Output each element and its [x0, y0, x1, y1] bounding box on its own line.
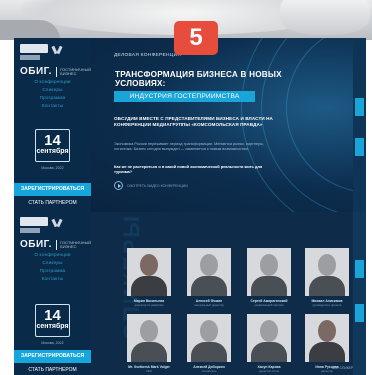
- partner-logos-top: [14, 44, 91, 60]
- play-icon: [114, 181, 123, 190]
- hero-question: Как же не растеряться и в какой новой эк…: [114, 164, 263, 174]
- speaker-photo: [247, 248, 291, 296]
- speaker-card[interactable]: Инна Руссова директор: [305, 314, 349, 373]
- speaker-role: основатель: [201, 369, 217, 373]
- speaker-photo: [187, 314, 231, 362]
- speaker-photo: [305, 314, 349, 362]
- speakers-section: СПИКЕРЫ Мария Васильева директор по разв…: [91, 212, 366, 375]
- date-month: сентября: [36, 148, 69, 155]
- hero-paragraph: Экономика России переживает период транс…: [114, 142, 264, 151]
- step-badge: 5: [174, 21, 218, 55]
- sidebar-block-2: ОБИГ. ГОСТИНИЧНЫЙ БИЗНЕС: [14, 217, 91, 250]
- sidebar: ОБИГ. ГОСТИНИЧНЫЙ БИЗНЕС О конференции С…: [14, 38, 91, 375]
- speaker-role: руководитель проекта: [312, 303, 342, 307]
- menu-item-speakers[interactable]: Спикеры: [14, 86, 91, 94]
- speaker-role: директор: [321, 369, 333, 373]
- partner-logos-bottom: ОБИГ. ГОСТИНИЧНЫЙ БИЗНЕС: [14, 66, 91, 77]
- speaker-card[interactable]: Мария Васильева директор по развитию: [127, 248, 171, 307]
- speaker-photo: [247, 314, 291, 362]
- partner-logos-top: [14, 217, 91, 233]
- date-note: Москва, 2022: [41, 341, 64, 345]
- speaker-photo: [187, 248, 231, 296]
- speaker-role: CEO: [145, 369, 153, 373]
- menu-item-contacts[interactable]: Контакты: [14, 275, 91, 283]
- speaker-photo: [305, 248, 349, 296]
- menu-item-about[interactable]: О конференции: [14, 78, 91, 86]
- partner-logos-bottom: ОБИГ. ГОСТИНИЧНЫЙ БИЗНЕС: [14, 239, 91, 250]
- sidebar-block-1: ОБИГ. ГОСТИНИЧНЫЙ БИЗНЕС: [14, 44, 91, 77]
- speaker-card[interactable]: Сергей Амирагянский управляющий партнер: [247, 248, 291, 307]
- date-note: Москва, 2022: [41, 166, 64, 170]
- speaker-card[interactable]: Алексей Фомин генеральный директор: [187, 248, 231, 307]
- partner-logo-text: ГОСТИНИЧНЫЙ БИЗНЕС: [60, 239, 91, 249]
- become-partner-link[interactable]: СТАТЬ ПАРТНЕРОМ: [14, 200, 91, 206]
- speaker-role: директор отеля: [258, 369, 280, 373]
- video-label: СМОТРЕТЬ ВИДЕО КОНФЕРЕНЦИИ: [127, 183, 188, 188]
- hero-overline: ДЕЛОВАЯ КОНФЕРЕНЦИЯ: [114, 53, 182, 58]
- speaker-card[interactable]: Михаил Анисимов руководитель проекта: [305, 248, 349, 307]
- register-button[interactable]: ЗАРЕГИСТРИРОВАТЬСЯ: [14, 350, 91, 363]
- menu-item-speakers[interactable]: Спикеры: [14, 259, 91, 267]
- kp-logo: [20, 44, 48, 53]
- menu-item-contacts[interactable]: Контакты: [14, 102, 91, 110]
- speaker-photo: [127, 314, 171, 362]
- hero-title: ТРАНСФОРМАЦИЯ БИЗНЕСА В НОВЫХ УСЛОВИЯХ:: [115, 70, 282, 88]
- date-day: 14: [44, 307, 61, 324]
- side-rail: [353, 212, 366, 375]
- speaker-card[interactable]: Хасун Карова директор отеля: [247, 314, 291, 373]
- hero-lead: ОБСУДИМ ВМЕСТЕ С ПРЕДСТАВИТЕЛЯМИ БИЗНЕСА…: [114, 116, 273, 127]
- date-box-2: 14 сентября: [35, 304, 70, 337]
- hero-band: ИНДУСТРИЯ ГОСТЕПРИИМСТВА: [114, 91, 255, 102]
- date-day: 14: [44, 132, 61, 149]
- side-rail: [353, 38, 366, 212]
- obig-logo: ОБИГ.: [20, 239, 52, 250]
- speaker-role: управляющий партнер: [254, 303, 284, 307]
- menu-item-program[interactable]: Программа: [14, 94, 91, 102]
- website-preview: ОБИГ. ГОСТИНИЧНЫЙ БИЗНЕС О конференции С…: [14, 38, 366, 375]
- obig-logo: ОБИГ.: [20, 66, 52, 77]
- speaker-role: директор по развитию: [134, 303, 164, 307]
- become-partner-link[interactable]: СТАТЬ ПАРТНЕРОМ: [14, 367, 91, 373]
- date-box-1: 14 сентября: [35, 129, 70, 162]
- menu-item-program[interactable]: Программа: [14, 267, 91, 275]
- speaker-role: генеральный директор: [194, 303, 224, 307]
- menu-item-about[interactable]: О конференции: [14, 251, 91, 259]
- speaker-card[interactable]: Алексей Доборкин основатель: [187, 314, 231, 373]
- speaker-card[interactable]: Mr. Svetlovsk Mark Volger CEO: [127, 314, 171, 373]
- speaker-photo: [127, 248, 171, 296]
- kp-logo: [20, 217, 48, 226]
- sidebar-menu-2: О конференции Спикеры Программа Контакты: [14, 251, 91, 283]
- date-month: сентября: [36, 323, 69, 330]
- sidebar-menu-1: О конференции Спикеры Программа Контакты: [14, 78, 91, 110]
- watch-video-link[interactable]: СМОТРЕТЬ ВИДЕО КОНФЕРЕНЦИИ: [114, 181, 188, 190]
- hero-section: ДЕЛОВАЯ КОНФЕРЕНЦИЯ ТРАНСФОРМАЦИЯ БИЗНЕС…: [91, 38, 366, 212]
- register-button[interactable]: ЗАРЕГИСТРИРОВАТЬСЯ: [14, 183, 91, 196]
- y-logo: [52, 46, 62, 59]
- partner-logo-text: ГОСТИНИЧНЫЙ БИЗНЕС: [60, 66, 91, 76]
- y-logo: [52, 219, 62, 232]
